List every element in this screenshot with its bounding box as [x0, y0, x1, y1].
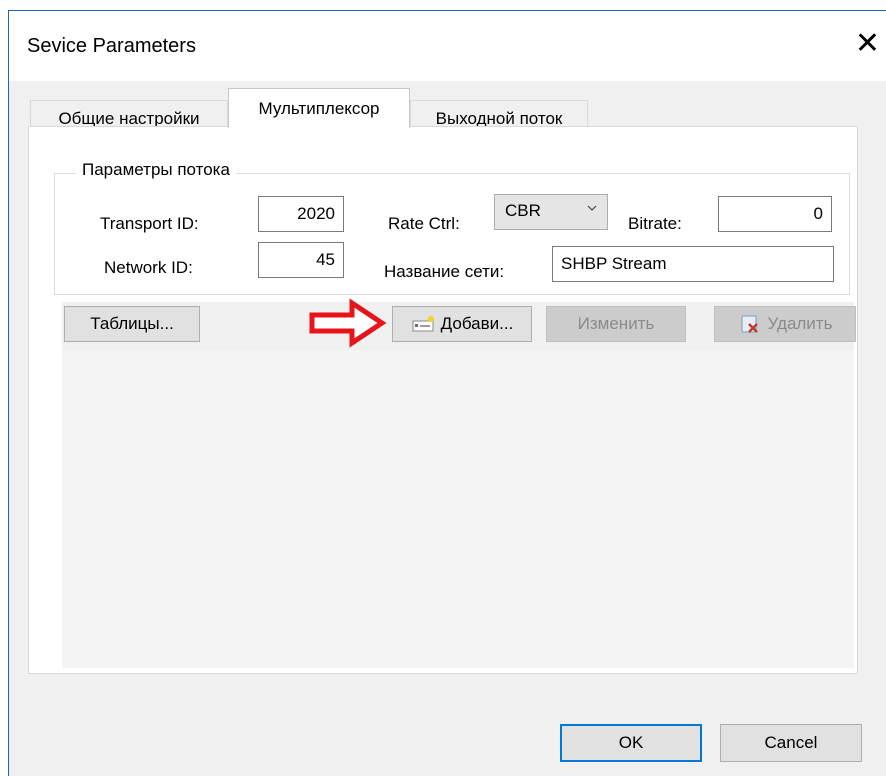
bitrate-field[interactable] [718, 196, 832, 232]
bitrate-label: Bitrate: [628, 214, 682, 233]
transport-id-label: Transport ID: [100, 214, 199, 233]
services-list[interactable] [62, 350, 854, 668]
add-item-icon [412, 316, 434, 332]
transport-id-field[interactable] [258, 196, 344, 232]
close-icon[interactable]: ✕ [855, 29, 880, 59]
network-id-field[interactable] [258, 242, 344, 278]
delete-icon [741, 315, 758, 333]
ok-button[interactable]: OK [560, 724, 702, 762]
title-bar: Sevice Parameters ✕ [9, 11, 886, 81]
network-name-field[interactable] [552, 246, 834, 282]
rate-ctrl-value: CBR [505, 201, 541, 220]
tables-button[interactable]: Таблицы... [64, 306, 200, 342]
edit-button[interactable]: Изменить [546, 306, 686, 342]
tab-multiplexer[interactable]: Мультиплексор [228, 88, 410, 128]
cancel-button-label: Cancel [764, 733, 818, 752]
delete-button[interactable]: Удалить [714, 306, 856, 342]
window-title: Sevice Parameters [27, 35, 196, 57]
edit-button-label: Изменить [577, 314, 655, 333]
add-button-label: Добави... [440, 314, 514, 333]
rate-ctrl-label: Rate Ctrl: [388, 214, 460, 233]
rate-ctrl-select[interactable]: CBR [494, 194, 608, 230]
network-id-label: Network ID: [104, 258, 193, 277]
red-arrow-annotation [309, 298, 387, 348]
network-name-label: Название сети: [384, 262, 505, 281]
cancel-button[interactable]: Cancel [720, 724, 862, 762]
add-button[interactable]: Добави... [392, 306, 532, 342]
ok-button-label: OK [618, 733, 644, 752]
stream-params-group-title: Параметры потока [76, 160, 236, 180]
tables-button-label: Таблицы... [90, 314, 174, 333]
chevron-down-icon [587, 205, 597, 211]
delete-button-label: Удалить [767, 314, 833, 333]
